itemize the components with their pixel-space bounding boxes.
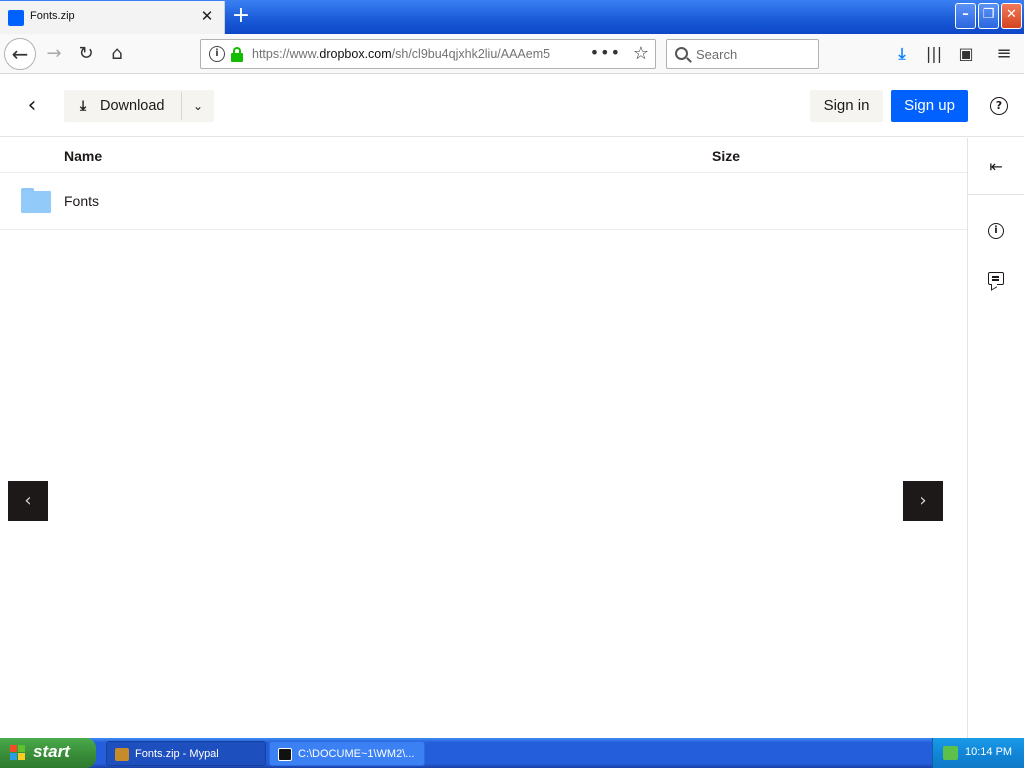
taskbar-item-7zip[interactable]: C:\DOCUME~1\WM2\... bbox=[269, 741, 425, 766]
file-list: Name Size Fonts ‹ › bbox=[0, 138, 967, 768]
chevron-down-icon[interactable]: ⌄ bbox=[182, 90, 214, 122]
back-button[interactable]: ← bbox=[4, 38, 36, 70]
previous-arrow-button[interactable]: ‹ bbox=[8, 481, 48, 521]
start-button[interactable]: start bbox=[0, 738, 96, 768]
column-header-size[interactable]: Size bbox=[712, 148, 740, 164]
close-window-button[interactable]: ✕ bbox=[1001, 3, 1022, 29]
taskbar-item-label: Fonts.zip - Mypal bbox=[135, 748, 219, 760]
maximize-button[interactable]: ❐ bbox=[978, 3, 999, 29]
column-header-name[interactable]: Name bbox=[64, 148, 102, 164]
new-tab-button[interactable]: + bbox=[228, 4, 254, 30]
download-icon: ⤓ bbox=[80, 98, 87, 114]
library-icon[interactable]: ||| bbox=[920, 40, 948, 68]
url-bar[interactable]: i https://www.dropbox.com/sh/cl9bu4qjxhk… bbox=[200, 39, 656, 69]
search-input[interactable] bbox=[696, 45, 811, 63]
help-icon[interactable]: ? bbox=[990, 97, 1008, 115]
taskbar: start Fonts.zip - Mypal C:\DOCUME~1\WM2\… bbox=[0, 738, 1024, 768]
tab-title: Fonts.zip bbox=[30, 10, 75, 22]
right-rail: ⇤ i bbox=[967, 138, 1024, 738]
navigation-toolbar: ← → ↻ ⌂ i https://www.dropbox.com/sh/cl9… bbox=[0, 34, 1024, 74]
mypal-icon bbox=[115, 748, 129, 761]
downloads-icon[interactable]: ⤓ bbox=[888, 40, 916, 68]
url-text[interactable]: https://www.dropbox.com/sh/cl9bu4qjxhk2l… bbox=[252, 47, 572, 61]
sidebar-icon[interactable]: ▣ bbox=[952, 40, 980, 68]
search-icon bbox=[675, 47, 688, 60]
divider bbox=[968, 194, 1024, 195]
taskbar-item-browser[interactable]: Fonts.zip - Mypal bbox=[106, 741, 266, 766]
7zip-icon bbox=[278, 748, 292, 761]
taskbar-item-label: C:\DOCUME~1\WM2\... bbox=[298, 748, 415, 760]
dropbox-favicon-icon bbox=[8, 10, 24, 26]
next-arrow-button[interactable]: › bbox=[903, 481, 943, 521]
home-button[interactable]: ⌂ bbox=[101, 38, 133, 70]
bookmark-star-icon[interactable]: ☆ bbox=[633, 43, 649, 64]
reload-button[interactable]: ↻ bbox=[70, 38, 102, 70]
clock[interactable]: 10:14 PM bbox=[965, 746, 1012, 758]
start-label: start bbox=[33, 742, 70, 761]
network-icon[interactable] bbox=[943, 746, 958, 760]
sign-up-button[interactable]: Sign up bbox=[891, 90, 968, 122]
list-item[interactable]: Fonts bbox=[0, 173, 967, 230]
lock-icon[interactable] bbox=[231, 47, 243, 62]
file-name[interactable]: Fonts bbox=[64, 193, 99, 209]
dropbox-header: ‹ ⤓ Download ⌄ Sign in Sign up ? bbox=[0, 75, 1024, 137]
comment-icon[interactable] bbox=[988, 272, 1004, 285]
dropbox-page: ‹ ⤓ Download ⌄ Sign in Sign up ? Name Si… bbox=[0, 75, 1024, 768]
download-label: Download bbox=[100, 98, 165, 114]
info-icon[interactable]: i bbox=[988, 223, 1004, 239]
windows-logo-icon bbox=[10, 745, 26, 761]
tab-close-icon[interactable]: ✕ bbox=[198, 7, 216, 25]
download-button[interactable]: ⤓ Download bbox=[64, 90, 181, 122]
forward-button[interactable]: → bbox=[38, 38, 70, 70]
collapse-panel-icon[interactable]: ⇤ bbox=[985, 156, 1007, 178]
download-button-group: ⤓ Download ⌄ bbox=[64, 90, 214, 122]
hamburger-menu-icon[interactable]: ≡ bbox=[990, 40, 1018, 68]
search-box[interactable] bbox=[666, 39, 819, 69]
page-actions-icon[interactable]: ••• bbox=[590, 43, 621, 62]
back-chevron-icon[interactable]: ‹ bbox=[20, 92, 44, 120]
site-info-icon[interactable]: i bbox=[209, 46, 225, 62]
title-bar: Fonts.zip ✕ + – ❐ ✕ bbox=[0, 0, 1024, 34]
system-tray: 10:14 PM bbox=[932, 738, 1024, 768]
column-header-row: Name Size bbox=[0, 138, 967, 173]
browser-tab[interactable]: Fonts.zip ✕ bbox=[0, 1, 225, 34]
sign-in-button[interactable]: Sign in bbox=[810, 90, 883, 122]
minimize-button[interactable]: – bbox=[955, 3, 976, 29]
folder-icon bbox=[21, 188, 51, 213]
